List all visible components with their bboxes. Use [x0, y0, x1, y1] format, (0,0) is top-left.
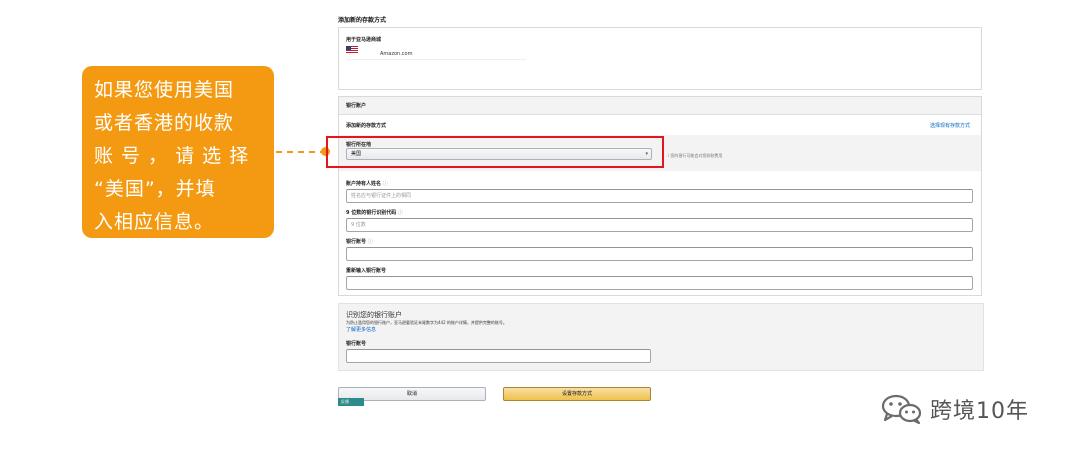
- divider: [346, 59, 526, 60]
- account-number-input[interactable]: [346, 247, 973, 261]
- verify-title: 识别您的银行账户: [346, 311, 402, 319]
- callout-line: 或者香港的收款: [94, 112, 235, 134]
- bank-account-header: [339, 97, 981, 115]
- field-label-account: 银行账号 ⓘ: [346, 239, 373, 245]
- watermark-text: 跨境10年: [930, 399, 1029, 424]
- watermark: 跨境10年: [880, 393, 1029, 425]
- subheading: 添加新的存款方式: [346, 123, 387, 129]
- callout-line: 入相应信息。: [94, 211, 215, 233]
- verify-field-label: 银行账号: [346, 341, 367, 347]
- choose-existing-link[interactable]: 选择现有存款方式: [930, 122, 970, 129]
- routing-number-input[interactable]: 9 位数: [346, 218, 973, 232]
- callout-leader-line: [276, 151, 326, 153]
- info-icon: ⓘ: [367, 239, 373, 245]
- marketplace-label: 用于亚马逊商城: [346, 37, 382, 43]
- callout-line: 账 号 ， 请 选 择: [94, 145, 250, 167]
- section-title: 银行账户: [346, 103, 367, 109]
- set-deposit-method-button[interactable]: 设置存款方式: [503, 387, 651, 401]
- confirm-account-number-input[interactable]: [346, 276, 973, 290]
- annotation-callout: 如果您使用美国 或者香港的收款 账 号 ， 请 选 择 “美国”，并填 入相应信…: [82, 66, 274, 238]
- callout-line: “美国”，并填: [94, 178, 216, 200]
- page-title: 添加新的存款方式: [338, 17, 387, 24]
- verify-account-input[interactable]: [346, 349, 651, 363]
- wechat-icon: [881, 394, 922, 425]
- feedback-tab[interactable]: 反馈: [338, 398, 364, 406]
- info-icon: ⓘ: [397, 210, 403, 216]
- learn-more-link[interactable]: 了解更多信息: [346, 326, 376, 333]
- holder-name-input[interactable]: 姓名应与银行证件上的相同: [346, 189, 973, 203]
- country-hint: i 您的银行可能会对您收取费用: [668, 153, 723, 158]
- highlight-box: [326, 136, 664, 168]
- info-icon: ⓘ: [382, 181, 388, 187]
- us-flag-icon: [346, 46, 358, 54]
- field-label-routing: 9 位数的银行识别代码 ⓘ: [346, 210, 403, 216]
- callout-line: 如果您使用美国: [94, 79, 235, 101]
- field-label-account-confirm: 重新输入银行账号: [346, 268, 387, 274]
- marketplace-name: Amazon.com: [380, 51, 413, 57]
- field-label-holder: 账户持有人姓名 ⓘ: [346, 181, 388, 187]
